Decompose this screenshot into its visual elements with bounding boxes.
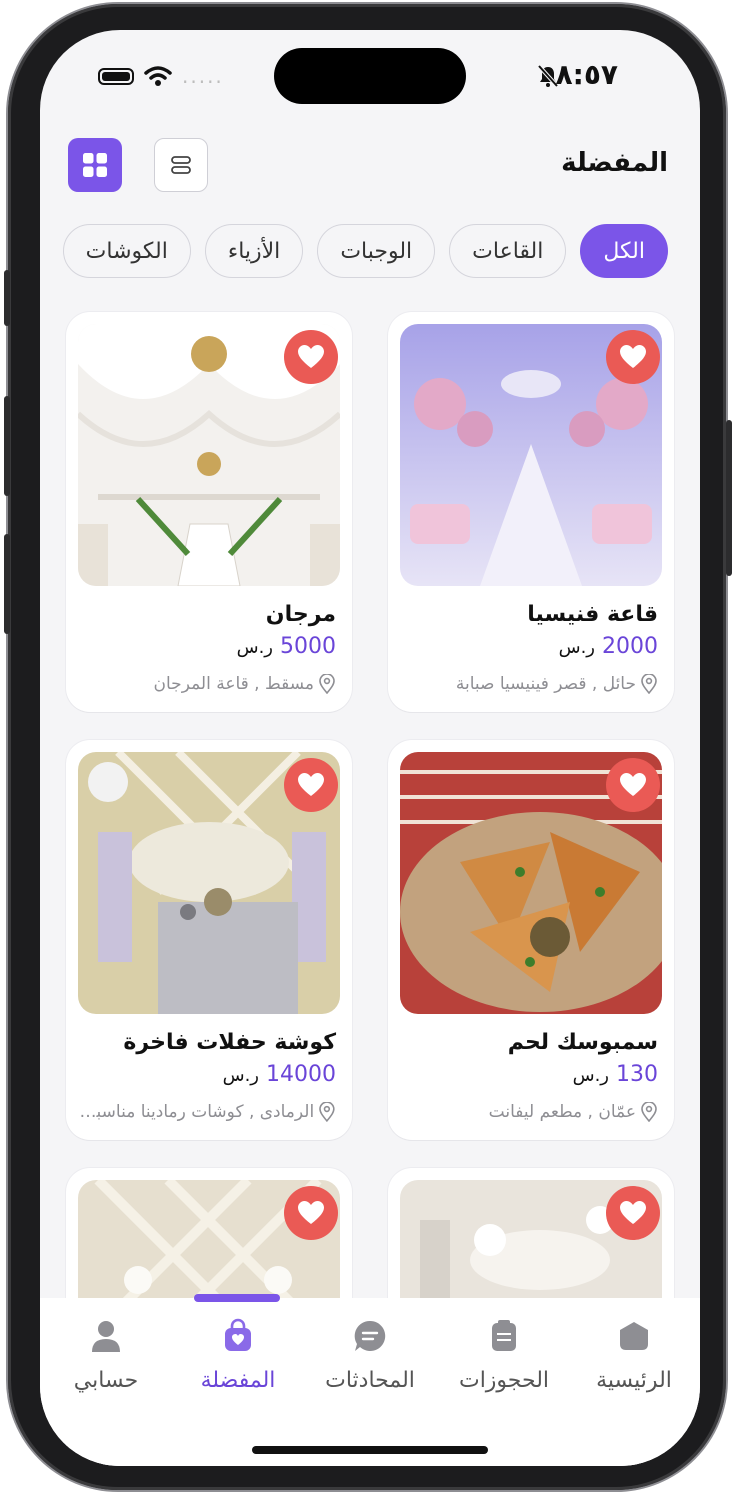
list-view-button[interactable] (154, 138, 208, 192)
favorite-card[interactable]: كوشة حفلات فاخرة 14000 ر.س الرمادى , كوش… (66, 740, 352, 1140)
tab-label: الحجوزات (458, 1368, 550, 1393)
favorite-card[interactable]: قاعة فنيسيا 2000 ر.س حائل , قصر فينيسيا … (388, 312, 674, 712)
chip-kosha[interactable]: الكوشات (62, 224, 191, 278)
heart-icon (298, 1201, 324, 1224)
tab-favorites[interactable]: المفضلة (172, 1318, 304, 1393)
heart-icon (620, 345, 646, 368)
location-text: مسقط , قاعة المرجان (153, 674, 314, 694)
favorite-heart-button[interactable] (606, 1186, 660, 1240)
currency: ر.س (236, 637, 273, 658)
chip-all[interactable]: الكل (580, 224, 668, 278)
screen: ..... ٨:٥٧ المفضلة الكل القاعات الوجبات … (40, 30, 700, 1466)
favorites-bag-icon (225, 1318, 251, 1351)
location-text: حائل , قصر فينيسيا صبابة (455, 674, 636, 694)
chat-icon (354, 1320, 386, 1351)
currency: ر.س (558, 637, 595, 658)
tab-label: حسابي (73, 1368, 139, 1393)
card-price: 2000 ر.س (559, 634, 658, 659)
dynamic-island (274, 48, 466, 104)
heart-icon (620, 773, 646, 796)
card-location: عمّان , مطعم ليفانت (400, 1102, 658, 1122)
user-icon (92, 1321, 120, 1352)
active-tab-indicator (194, 1294, 280, 1302)
card-title: سمبوسك لحم (507, 1030, 658, 1055)
card-price: 130 ر.س (573, 1062, 658, 1087)
tab-label: المفضلة (200, 1368, 276, 1393)
favorite-heart-button[interactable] (284, 1186, 338, 1240)
favorite-heart-button[interactable] (284, 758, 338, 812)
clipboard-icon (492, 1320, 516, 1351)
card-price: 5000 ر.س (237, 634, 336, 659)
currency: ر.س (222, 1065, 259, 1086)
tab-label: الرئيسية (596, 1368, 672, 1393)
favorite-heart-button[interactable] (606, 758, 660, 812)
location-text: عمّان , مطعم ليفانت (488, 1102, 636, 1122)
favorite-card[interactable]: سمبوسك لحم 130 ر.س عمّان , مطعم ليفانت (388, 740, 674, 1140)
side-button (4, 270, 10, 326)
heart-icon (298, 345, 324, 368)
location-pin-icon (319, 1102, 335, 1122)
list-icon (171, 156, 191, 174)
power-button (726, 420, 732, 576)
price-value: 130 (616, 1062, 658, 1087)
location-pin-icon (641, 1102, 657, 1122)
battery-icon (98, 67, 134, 85)
price-value: 2000 (602, 634, 658, 659)
category-chips: الكل القاعات الوجبات الأزياء الكوشات (60, 224, 668, 280)
location-pin-icon (641, 674, 657, 694)
page-title: المفضلة (561, 148, 668, 178)
price-value: 5000 (280, 634, 336, 659)
chip-meals[interactable]: الوجبات (317, 224, 436, 278)
favorite-heart-button[interactable] (606, 330, 660, 384)
chip-halls[interactable]: القاعات (449, 224, 567, 278)
grid-icon (83, 153, 107, 177)
location-text: الرمادى , كوشات رمادينا مناسبات (78, 1102, 315, 1122)
bottom-tab-bar: الرئيسية الحجوزات المحادثات المفضلة حساب… (40, 1294, 700, 1466)
card-title: قاعة فنيسيا (527, 602, 658, 627)
heart-icon (620, 1201, 646, 1224)
tab-chats[interactable]: المحادثات (304, 1318, 436, 1393)
tab-label: المحادثات (325, 1368, 415, 1393)
card-title: كوشة حفلات فاخرة (123, 1030, 336, 1055)
price-value: 14000 (266, 1062, 336, 1087)
status-icons: ..... (98, 64, 224, 88)
status-time: ٨:٥٧ (555, 58, 618, 91)
card-title: مرجان (265, 602, 336, 627)
wifi-icon (144, 66, 172, 86)
location-pin-icon (319, 674, 335, 694)
card-location: الرمادى , كوشات رمادينا مناسبات (78, 1102, 336, 1122)
card-price: 14000 ر.س (223, 1062, 336, 1087)
home-indicator (252, 1446, 488, 1454)
volume-up-button (4, 396, 10, 496)
card-location: حائل , قصر فينيسيا صبابة (400, 674, 658, 694)
favorite-card[interactable]: مرجان 5000 ر.س مسقط , قاعة المرجان (66, 312, 352, 712)
heart-icon (298, 773, 324, 796)
currency: ر.س (572, 1065, 609, 1086)
favorite-heart-button[interactable] (284, 330, 338, 384)
volume-down-button (4, 534, 10, 634)
home-icon (620, 1322, 648, 1350)
signal-dots: ..... (182, 64, 224, 88)
chip-fashion[interactable]: الأزياء (204, 224, 304, 278)
grid-view-button[interactable] (68, 138, 122, 192)
card-location: مسقط , قاعة المرجان (78, 674, 336, 694)
tab-account[interactable]: حسابي (40, 1318, 172, 1393)
tab-bookings[interactable]: الحجوزات (438, 1318, 570, 1393)
tab-home[interactable]: الرئيسية (568, 1318, 700, 1393)
